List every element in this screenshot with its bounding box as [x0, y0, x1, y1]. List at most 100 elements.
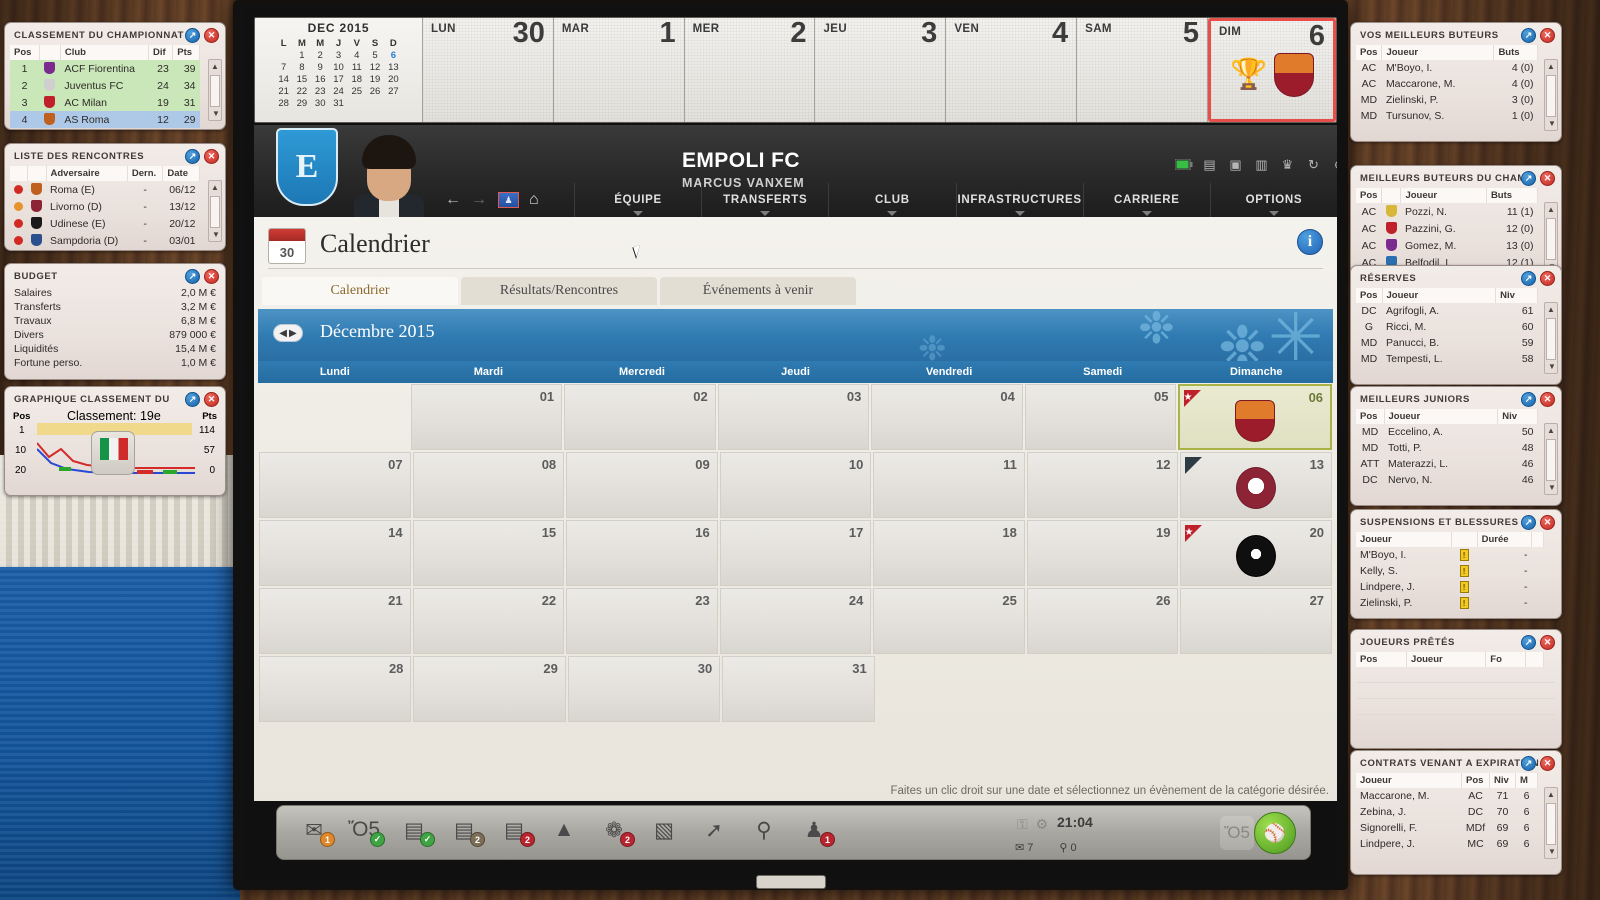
panel-expand-button[interactable]: ↗ [185, 269, 200, 284]
search-icon[interactable]: ⚲ [749, 814, 779, 846]
scroll-down-arrow[interactable]: ▼ [1546, 117, 1558, 130]
table-row[interactable]: DC Nervo, N. 46 [1356, 472, 1538, 488]
trophy-icon[interactable]: ♛ [1278, 156, 1297, 173]
calendar-day-cell[interactable]: 13 [1180, 452, 1333, 518]
mini-day[interactable]: 31 [329, 98, 347, 109]
table-row[interactable]: G Ricci, M. 60 [1356, 319, 1538, 335]
panel-scrollbar[interactable]: ▲▼ [1544, 423, 1558, 495]
panel-expand-button[interactable]: ↗ [185, 392, 200, 407]
table-row[interactable]: MD Panucci, B. 59 [1356, 335, 1538, 351]
mini-day[interactable]: 17 [329, 74, 347, 85]
calendar-day-cell[interactable]: 20 ★ [1180, 520, 1333, 586]
calendar-day-cell[interactable]: 26 [1026, 588, 1179, 654]
table-row[interactable]: MD Zielinski, P. 3 (0) [1356, 92, 1538, 108]
day-strip-cell[interactable]: LUN 30 [423, 18, 554, 122]
mini-day[interactable]: 19 [366, 74, 384, 85]
calendar-day-cell[interactable]: 03 [717, 384, 870, 450]
livorno-crest[interactable] [1236, 467, 1277, 509]
calendar-day-cell[interactable]: 18 [873, 520, 1025, 586]
calendar-day-cell[interactable]: 25 [873, 588, 1025, 654]
day-strip-cell[interactable]: MAR 1 [553, 18, 685, 122]
calendar-widget[interactable]: ❉ ❉ ✳ ❉ ◀ ▶ Décembre 2015 Lundi Mardi Merc… [258, 309, 1333, 745]
navigation-row[interactable]: ← → ♟ ⌂ ÉQUIPE TRANSFERTS CLUB INFRASTRUCTU… [254, 183, 1337, 217]
mini-day[interactable]: 15 [293, 74, 311, 85]
calendar-day-cell[interactable]: 22 [412, 588, 565, 654]
chart-icon[interactable]: ▥ [1252, 156, 1271, 173]
table-row[interactable]: Maccarone, M. AC 71 6 [1356, 788, 1538, 804]
calendar-day-cell[interactable]: 04 [871, 384, 1023, 450]
table-row[interactable]: MD Tursunov, S. 1 (0) [1356, 108, 1538, 124]
table-row[interactable]: MD Tempesti, L. 58 [1356, 351, 1538, 367]
calendar-day-cell[interactable]: 30 [567, 656, 721, 722]
mini-month-calendar[interactable]: DEC 2015 L M M J V S D 1 2 3 4 5 6 7 8 9 10 11 12 13 14 15 16 1… [255, 18, 423, 122]
refresh-icon[interactable]: ↻ [1304, 156, 1323, 173]
calendar-day-cell[interactable]: 16 [566, 520, 718, 586]
bottom-tool-icons[interactable]: ✉ 1 Ὄ5 ✓ ▤ ✓ ▤ 2 ▤ 2 ▲ ❁ 2 ▧ ➚ ⚲ ♟ 1 [299, 814, 835, 847]
menu-item-options[interactable]: OPTIONS [1209, 183, 1337, 217]
panel-buttons[interactable]: ↗ ✕ [1521, 756, 1555, 771]
table-row[interactable]: Sampdoria (D) - 03/01 [10, 232, 200, 249]
table-row[interactable]: Udinese (E) - 20/12 [10, 215, 200, 232]
menu-item-infrastructures[interactable]: INFRASTRUCTURES [955, 183, 1083, 217]
mini-day[interactable]: 27 [384, 86, 402, 97]
panel-buttons[interactable]: ↗ ✕ [1521, 28, 1555, 43]
mini-day[interactable]: 10 [329, 62, 347, 73]
scroll-up-arrow[interactable]: ▲ [1545, 424, 1557, 437]
globe-icon[interactable]: ⊕ [1330, 156, 1337, 173]
panel-expand-button[interactable]: ↗ [1521, 635, 1536, 650]
table-row[interactable]: MD Totti, P. 48 [1356, 440, 1538, 456]
panel-close-button[interactable]: ✕ [1540, 756, 1555, 771]
unlock-icon[interactable]: ⚿ [1017, 816, 1028, 833]
tab-vnementsvenir[interactable]: Événements à venir [660, 277, 856, 305]
table-row[interactable]: 2 Juventus FC 24 34 [10, 77, 200, 94]
calendar-day-cell[interactable]: 07 [259, 452, 411, 518]
bottom-toolbar[interactable]: ✉ 1 Ὄ5 ✓ ▤ ✓ ▤ 2 ▤ 2 ▲ ❁ 2 ▧ ➚ ⚲ ♟ 1 ⚿ ⚙ 21:04 ✉ 7 ⚲ 0 Ὄ5… [276, 805, 1311, 860]
month-nav-buttons[interactable]: ◀ ▶ [273, 324, 303, 342]
mini-day[interactable]: 20 [384, 74, 402, 85]
mini-day[interactable]: 25 [348, 86, 366, 97]
scroll-thumb[interactable] [1546, 218, 1556, 260]
scroll-up-arrow[interactable]: ▲ [209, 181, 221, 194]
scroll-thumb[interactable] [1546, 439, 1556, 481]
panel-close-button[interactable]: ✕ [1540, 171, 1555, 186]
panel-expand-button[interactable]: ↗ [1521, 28, 1536, 43]
tactics-icon[interactable]: ▤ 2 [449, 814, 485, 847]
panel-expand-button[interactable]: ↗ [1521, 271, 1536, 286]
scroll-up-arrow[interactable]: ▲ [1545, 303, 1557, 316]
panel-buttons[interactable]: ↗ ✕ [1521, 171, 1555, 186]
table-row[interactable]: 4 AS Roma 12 29 [10, 111, 200, 128]
mini-day[interactable]: 30 [311, 98, 329, 109]
calendar-day-cell[interactable]: 12 [1026, 452, 1179, 518]
mini-day[interactable]: 6 [384, 50, 402, 61]
calendar-day-cell[interactable]: 09 [566, 452, 718, 518]
scroll-down-arrow[interactable]: ▼ [1546, 845, 1558, 858]
battery-icon[interactable] [1174, 156, 1193, 173]
panel-buttons[interactable]: ↗ ✕ [185, 392, 219, 407]
table-row[interactable]: Kelly, S.! - [1356, 563, 1544, 579]
home-icon[interactable]: ⌂ [529, 191, 539, 209]
panel-close-button[interactable]: ✕ [1540, 28, 1555, 43]
info-button[interactable]: i [1297, 229, 1323, 255]
scroll-up-arrow[interactable]: ▲ [209, 60, 221, 73]
panel-buttons[interactable]: ↗ ✕ [185, 149, 219, 164]
message-counters[interactable]: ✉ 7 ⚲ 0 [1015, 841, 1077, 854]
main-menu[interactable]: ÉQUIPE TRANSFERTS CLUB INFRASTRUCTURES CARRI… [574, 183, 1337, 217]
calendar-day-cell[interactable]: 01 [410, 384, 563, 450]
home-screen-button[interactable]: ♟ [498, 192, 519, 208]
calendar-day-cell[interactable]: 17 [719, 520, 872, 586]
panel-close-button[interactable]: ✕ [1540, 515, 1555, 530]
panel-buttons[interactable]: ↗ ✕ [1521, 271, 1555, 286]
mini-day[interactable]: 28 [275, 98, 293, 109]
inbox-icon[interactable]: ✉ 1 [299, 814, 335, 847]
mini-day[interactable]: 1 [293, 50, 311, 61]
shield-icon[interactable]: ❁ 2 [599, 814, 635, 847]
scroll-up-arrow[interactable]: ▲ [1545, 60, 1557, 73]
day-strip-cell[interactable]: VEN 4 [946, 18, 1078, 122]
panel-close-button[interactable]: ✕ [1540, 271, 1555, 286]
cone-icon[interactable]: ▲ [549, 814, 579, 846]
next-month-button[interactable]: ▶ [289, 328, 297, 339]
mini-day[interactable]: 3 [329, 50, 347, 61]
mini-day[interactable]: 4 [348, 50, 366, 61]
mini-day[interactable]: 8 [293, 62, 311, 73]
calendar-day-cell[interactable]: 23 [566, 588, 718, 654]
